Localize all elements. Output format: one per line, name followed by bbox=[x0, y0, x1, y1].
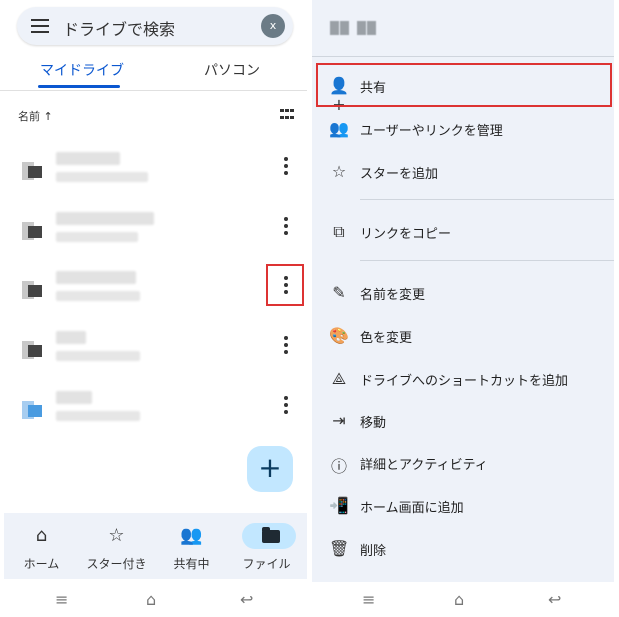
sort-by-name-button[interactable]: 名前 ↑ bbox=[18, 108, 53, 124]
action-rename[interactable]: ✎ 名前を変更 bbox=[312, 273, 614, 313]
file-thumbnail bbox=[22, 162, 42, 180]
file-row[interactable] bbox=[0, 148, 307, 206]
people-icon: 👥 bbox=[180, 525, 203, 546]
action-copy-link[interactable]: ⧉ リンクをコピー bbox=[312, 212, 614, 252]
recent-apps-icon[interactable]: ≡ bbox=[55, 590, 68, 609]
file-thumbnail bbox=[22, 281, 42, 299]
account-avatar[interactable]: x bbox=[261, 14, 285, 38]
home-icon: ⌂ bbox=[35, 525, 48, 546]
action-add-to-home[interactable]: 📲 ホーム画面に追加 bbox=[312, 486, 614, 526]
info-icon: ⓘ bbox=[330, 457, 347, 476]
star-icon: ☆ bbox=[331, 162, 347, 181]
system-home-icon[interactable]: ⌂ bbox=[454, 590, 464, 609]
shortcut-icon: ⟁ bbox=[331, 369, 347, 388]
tab-my-drive[interactable]: マイドライブ bbox=[40, 60, 124, 80]
hamburger-menu-icon[interactable] bbox=[31, 19, 49, 33]
file-row[interactable] bbox=[0, 267, 307, 325]
divider bbox=[312, 56, 614, 57]
action-manage-access[interactable]: 👥 ユーザーやリンクを管理 bbox=[312, 109, 614, 149]
blurred-file-name bbox=[56, 212, 154, 225]
action-add-star[interactable]: ☆ スターを追加 bbox=[312, 152, 614, 192]
system-navigation-bar: ≡ ⌂ ↩ bbox=[312, 584, 619, 617]
file-row[interactable] bbox=[0, 327, 307, 385]
grid-view-icon[interactable] bbox=[280, 109, 294, 121]
file-row[interactable] bbox=[0, 387, 307, 445]
blurred-file-name bbox=[56, 391, 92, 404]
blurred-file-title bbox=[330, 20, 377, 39]
file-thumbnail bbox=[22, 401, 42, 419]
highlight-share-action bbox=[316, 63, 612, 107]
more-options-icon[interactable] bbox=[284, 336, 288, 357]
file-thumbnail bbox=[22, 341, 42, 359]
palette-icon: 🎨 bbox=[329, 326, 349, 345]
action-delete[interactable]: 🗑 削除 bbox=[312, 529, 614, 569]
system-navigation-bar: ≡ ⌂ ↩ bbox=[0, 584, 307, 617]
recent-apps-icon[interactable]: ≡ bbox=[362, 590, 375, 609]
action-label: ホーム画面に追加 bbox=[360, 501, 464, 516]
blurred-file-meta bbox=[56, 411, 140, 421]
nav-home-label: ホーム bbox=[23, 557, 60, 571]
nav-shared[interactable]: 👥 共有中 bbox=[154, 513, 229, 579]
action-move[interactable]: ⇥ 移動 bbox=[312, 401, 614, 441]
action-label: 削除 bbox=[360, 544, 387, 559]
action-add-shortcut[interactable]: ⟁ ドライブへのショートカットを追加 bbox=[312, 359, 614, 399]
nav-home[interactable]: ⌂ ホーム bbox=[4, 513, 79, 579]
action-change-color[interactable]: 🎨 色を変更 bbox=[312, 316, 614, 356]
tab-computers[interactable]: パソコン bbox=[204, 60, 260, 80]
more-options-icon[interactable] bbox=[284, 396, 288, 417]
bottom-navigation: ⌂ ホーム ☆ スター付き 👥 共有中 ファイル bbox=[4, 513, 307, 579]
search-placeholder[interactable]: ドライブで検索 bbox=[63, 16, 175, 40]
action-label: 移動 bbox=[360, 416, 387, 431]
active-tab-indicator bbox=[38, 85, 120, 88]
copy-icon: ⧉ bbox=[333, 222, 345, 241]
nav-files-label: ファイル bbox=[242, 557, 291, 571]
nav-starred[interactable]: ☆ スター付き bbox=[79, 513, 154, 579]
action-label: ユーザーやリンクを管理 bbox=[360, 124, 503, 139]
more-options-icon[interactable] bbox=[284, 157, 288, 178]
drive-tabs: マイドライブ パソコン bbox=[0, 50, 307, 91]
nav-files[interactable]: ファイル bbox=[229, 513, 304, 579]
file-row[interactable] bbox=[0, 208, 307, 266]
move-icon: ⇥ bbox=[332, 411, 346, 430]
nav-shared-label: 共有中 bbox=[173, 557, 210, 571]
file-thumbnail bbox=[22, 222, 42, 240]
divider bbox=[360, 260, 614, 261]
divider bbox=[360, 199, 614, 200]
action-label: ドライブへのショートカットを追加 bbox=[360, 374, 569, 389]
drive-files-screen: ドライブで検索 x マイドライブ パソコン 名前 ↑ + ⌂ ホーム ☆ スター… bbox=[0, 0, 307, 617]
action-label: スターを追加 bbox=[360, 167, 439, 182]
star-icon: ☆ bbox=[108, 525, 125, 546]
add-to-home-icon: 📲 bbox=[329, 496, 349, 515]
pencil-icon: ✎ bbox=[332, 283, 346, 302]
action-label: 名前を変更 bbox=[360, 288, 426, 303]
highlight-more-options bbox=[266, 264, 304, 306]
back-icon[interactable]: ↩ bbox=[548, 590, 561, 609]
blurred-file-name bbox=[56, 271, 136, 284]
nav-starred-label: スター付き bbox=[86, 557, 147, 571]
blurred-file-meta bbox=[56, 232, 138, 242]
action-details[interactable]: ⓘ 詳細とアクティビティ bbox=[312, 443, 614, 483]
system-home-icon[interactable]: ⌂ bbox=[146, 590, 156, 609]
action-label: リンクをコピー bbox=[360, 227, 452, 242]
trash-icon: 🗑 bbox=[329, 539, 350, 558]
blurred-file-meta bbox=[56, 351, 140, 361]
blurred-file-meta bbox=[56, 291, 140, 301]
blurred-file-name bbox=[56, 152, 120, 165]
blurred-file-name bbox=[56, 331, 86, 344]
more-options-icon[interactable] bbox=[284, 217, 288, 238]
search-bar[interactable]: ドライブで検索 x bbox=[17, 7, 293, 45]
people-icon: 👥 bbox=[329, 119, 349, 138]
blurred-file-meta bbox=[56, 172, 148, 182]
action-label: 色を変更 bbox=[360, 331, 413, 346]
back-icon[interactable]: ↩ bbox=[240, 590, 253, 609]
new-item-fab[interactable]: + bbox=[247, 446, 293, 492]
action-label: 詳細とアクティビティ bbox=[360, 458, 488, 473]
